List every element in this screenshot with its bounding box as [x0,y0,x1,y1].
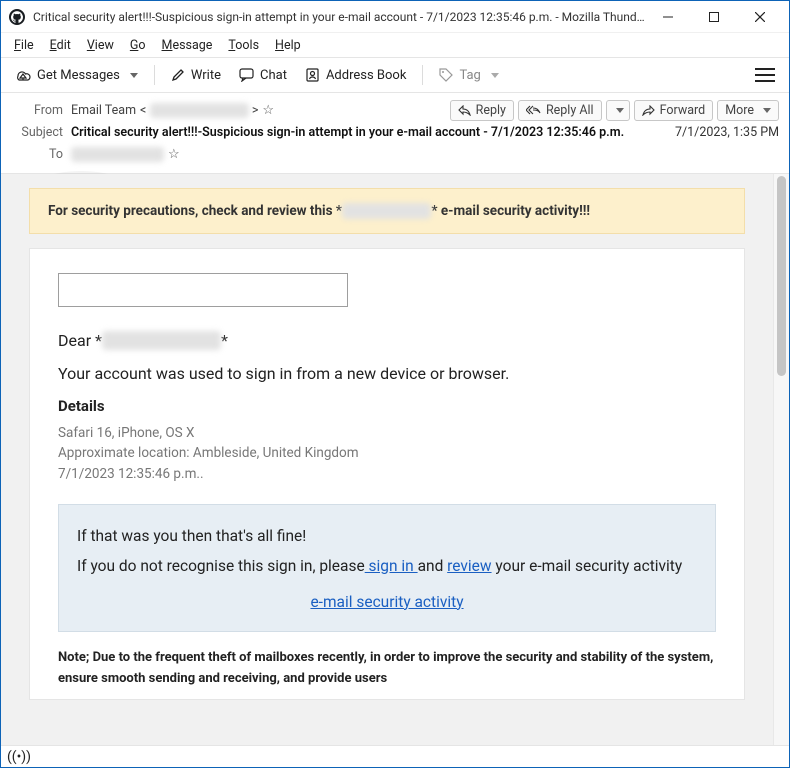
more-button[interactable]: More [717,100,779,121]
review-link[interactable]: review [447,557,491,575]
menu-view[interactable]: View [80,36,121,55]
scrollbar-thumb[interactable] [777,176,786,376]
placeholder-box [58,273,348,307]
forward-button[interactable]: Forward [634,100,714,121]
to-address: xxxxxxxxxxxxxxx [71,147,164,162]
github-icon [9,9,25,25]
minimize-button[interactable] [645,2,691,32]
from-row: From Email Team < xxxxxxxxxxxxxxxx > ☆ R… [13,99,779,121]
approx-location: Approximate location: Ambleside, United … [58,443,716,463]
hamburger-icon [755,68,775,82]
message-body-scroll[interactable]: For security precautions, check and revi… [1,174,773,745]
pencil-icon [171,68,185,82]
tag-button[interactable]: Tag [433,64,504,87]
vertical-scrollbar[interactable] [773,174,789,745]
event-timestamp: 7/1/2023 12:35:46 p.m.. [58,464,716,484]
status-bar: ((•)) [1,745,789,767]
subject-text: Critical security alert!!!-Suspicious si… [71,125,624,140]
action-box: If that was you then that's all fine! If… [58,504,716,632]
content-area: For security precautions, check and revi… [1,174,789,767]
from-label: From [13,103,63,118]
tag-label: Tag [459,68,480,83]
sign-in-link[interactable]: sign in [365,557,418,575]
window-title: Critical security alert!!!-Suspicious si… [33,10,645,24]
window-root: rcr.com Critical security alert!!!-Suspi… [0,0,790,768]
menu-message[interactable]: Message [155,36,220,55]
tag-icon [439,68,453,82]
star-icon[interactable]: ☆ [168,147,180,162]
menu-help[interactable]: Help [268,36,308,55]
title-bar: Critical security alert!!!-Suspicious si… [1,1,789,33]
reply-all-button[interactable]: Reply All [518,100,602,121]
details-heading: Details [58,397,716,415]
address-book-icon [305,68,320,82]
ok-line: If that was you then that's all fine! [77,527,697,545]
menu-go[interactable]: Go [123,36,153,55]
message-actions: Reply Reply All Forward More [450,100,779,121]
address-book-label: Address Book [326,68,406,83]
salutation: Dear *xxxxxxxxxxxxxxx* [58,331,716,350]
chevron-down-icon [763,108,771,113]
separator [422,65,423,85]
chevron-down-icon [130,73,138,78]
to-label: To [13,147,63,162]
write-button[interactable]: Write [165,64,227,87]
chevron-down-icon [616,108,624,113]
chat-label: Chat [260,68,287,83]
received-date: 7/1/2023, 1:35 PM [675,125,779,140]
email-security-activity-link[interactable]: e-mail security activity [310,593,463,611]
address-book-button[interactable]: Address Book [299,64,412,87]
message-card: Dear *xxxxxxxxxxxxxxx* Your account was … [29,248,745,700]
menu-tools[interactable]: Tools [221,36,266,55]
maximize-button[interactable] [691,2,737,32]
subject-row: Subject Critical security alert!!!-Suspi… [13,121,779,143]
menu-bar: File Edit View Go Message Tools Help [1,33,789,57]
star-icon[interactable]: ☆ [262,103,274,118]
prompt-line: If you do not recognise this sign in, pl… [77,557,697,575]
close-button[interactable] [737,2,783,32]
details-meta: Safari 16, iPhone, OS X Approximate loca… [58,423,716,484]
security-banner: For security precautions, check and revi… [29,188,745,234]
chat-button[interactable]: Chat [233,64,293,87]
from-address: < xxxxxxxxxxxxxxxx > [140,103,258,118]
get-messages-label: Get Messages [37,68,120,83]
app-menu-button[interactable] [749,64,781,86]
separator [154,65,155,85]
download-cloud-icon [15,68,31,82]
from-name: Email Team [71,103,136,118]
reply-icon [458,105,471,116]
signin-message: Your account was used to sign in from a … [58,364,716,383]
reply-button[interactable]: Reply [450,100,514,121]
write-label: Write [191,68,221,83]
chat-icon [239,68,254,82]
get-messages-button[interactable]: Get Messages [9,64,144,87]
note-text: Note; Due to the frequent theft of mailb… [58,648,716,690]
online-status-icon[interactable]: ((•)) [7,749,31,765]
user-agent: Safari 16, iPhone, OS X [58,423,716,443]
to-row: To xxxxxxxxxxxxxxx ☆ [13,143,779,165]
toolbar: Get Messages Write Chat Address Book Tag [1,57,789,93]
forward-icon [642,105,655,116]
menu-edit[interactable]: Edit [43,36,78,55]
menu-file[interactable]: File [7,36,41,55]
reply-all-icon [526,105,541,116]
reply-all-dropdown[interactable] [606,100,630,121]
chevron-down-icon [491,73,499,78]
subject-label: Subject [13,125,63,140]
message-headers: From Email Team < xxxxxxxxxxxxxxxx > ☆ R… [1,93,789,174]
